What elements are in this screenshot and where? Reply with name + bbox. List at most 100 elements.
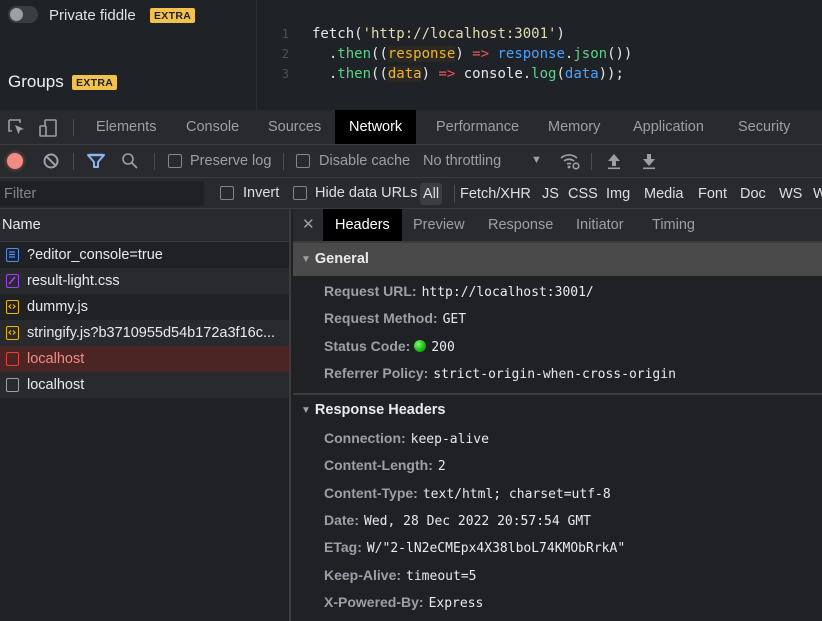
tab-elements[interactable]: Elements (82, 110, 170, 144)
request-row[interactable]: result-light.css (0, 268, 289, 294)
response-headers-section-header[interactable]: ▼ Response Headers (293, 395, 822, 426)
divider (154, 153, 155, 170)
request-row[interactable]: stringify.js?b3710955d54b172a3f16c... (0, 320, 289, 346)
throttling-select[interactable]: No throttling (423, 153, 501, 169)
tab-application[interactable]: Application (619, 110, 718, 144)
details-tab-response[interactable]: Response (476, 209, 565, 241)
request-row[interactable]: dummy.js (0, 294, 289, 320)
request-row[interactable]: localhost (0, 372, 289, 398)
export-har-icon[interactable] (641, 152, 661, 172)
name-column-header[interactable]: Name (0, 209, 289, 242)
response-header-row: Content-Length: 2 (293, 452, 822, 479)
groups-heading: Groups (8, 72, 64, 91)
chevron-down-icon[interactable]: ▼ (531, 154, 542, 166)
header-key: Request Method: (324, 310, 438, 327)
type-filter-img[interactable]: Img (603, 183, 633, 205)
triangle-down-icon: ▼ (301, 254, 311, 265)
clipped-code-line (318, 0, 326, 4)
general-section-header[interactable]: ▼ General (293, 243, 822, 276)
response-header-row: Connection: keep-alive (293, 425, 822, 452)
network-conditions-icon[interactable] (559, 151, 580, 171)
code-token: => (472, 46, 490, 62)
response-header-row: X-Powered-By: Express (293, 589, 822, 616)
tab-security[interactable]: Security (724, 110, 804, 144)
request-name: dummy.js (27, 299, 88, 315)
clear-icon[interactable] (42, 152, 62, 172)
code-line[interactable]: 3 .then((data) => console.log(data)); (258, 64, 624, 84)
script-icon (6, 326, 19, 340)
code-editor[interactable]: 1 fetch('http://localhost:3001') 2 .then(… (258, 0, 822, 110)
hide-data-urls-checkbox[interactable] (293, 186, 307, 200)
device-toolbar-icon[interactable] (38, 118, 58, 138)
preserve-log-checkbox[interactable] (168, 154, 182, 168)
request-row[interactable]: ?editor_console=true (0, 242, 289, 268)
header-value: 200 (431, 339, 455, 355)
line-number: 1 (281, 27, 289, 41)
code-token: log (531, 66, 557, 82)
code-line[interactable]: 1 fetch('http://localhost:3001') (258, 24, 565, 44)
hide-data-urls-label[interactable]: Hide data URLs (315, 185, 417, 201)
request-name: stringify.js?b3710955d54b172a3f16c... (27, 325, 276, 341)
code-token: fetch( (312, 26, 363, 42)
code-token: (( (371, 46, 388, 62)
code-token: )); (598, 66, 624, 82)
status-code-row: Status Code: 200 (293, 333, 822, 360)
disable-cache-label[interactable]: Disable cache (319, 153, 410, 169)
line-number: 3 (281, 67, 289, 81)
tab-network[interactable]: Network (335, 110, 417, 144)
extra-badge: EXTRA (150, 8, 196, 23)
private-fiddle-label: Private fiddle (49, 7, 136, 24)
type-filter-js[interactable]: JS (539, 183, 562, 205)
details-tab-headers[interactable]: Headers (323, 209, 402, 241)
search-icon[interactable] (121, 152, 141, 172)
filter-input[interactable] (0, 181, 204, 206)
type-filter-css[interactable]: CSS (565, 183, 601, 205)
type-filter-font[interactable]: Font (695, 183, 730, 205)
preserve-log-label[interactable]: Preserve log (190, 153, 271, 169)
devtools-tabbar: Elements Console Sources Network Performance… (0, 110, 822, 145)
tab-performance[interactable]: Performance (422, 110, 533, 144)
divider (591, 153, 592, 170)
header-key: ETag: (324, 539, 362, 556)
private-fiddle-toggle[interactable] (8, 6, 38, 23)
header-key: X-Powered-By: (324, 593, 424, 610)
request-name: ?editor_console=true (27, 247, 163, 263)
tab-sources[interactable]: Sources (254, 110, 335, 144)
request-row[interactable]: localhost (0, 346, 289, 372)
import-har-icon[interactable] (606, 152, 626, 172)
response-header-row: ETag: W/"2-lN2eCMEpx4X38lboL74KMObRrkA" (293, 534, 822, 561)
tab-console[interactable]: Console (172, 110, 253, 144)
code-line[interactable]: 2 .then((response) => response.json()) (258, 44, 632, 64)
header-key: Date: (324, 512, 360, 529)
request-name: localhost (27, 377, 85, 393)
header-key: Connection: (324, 430, 406, 447)
tab-memory[interactable]: Memory (534, 110, 614, 144)
disable-cache-checkbox[interactable] (296, 154, 310, 168)
type-filter-ws[interactable]: WS (776, 183, 805, 205)
invert-label[interactable]: Invert (243, 185, 279, 201)
header-value: W/"2-lN2eCMEpx4X38lboL74KMObRrkA" (366, 541, 626, 557)
details-tab-timing[interactable]: Timing (640, 209, 707, 241)
type-filter-doc[interactable]: Doc (737, 183, 769, 205)
type-filter-w[interactable]: W (810, 183, 822, 205)
filter-icon[interactable] (86, 152, 106, 172)
details-tab-initiator[interactable]: Initiator (564, 209, 636, 241)
script-icon (6, 300, 19, 314)
header-key: Request URL: (324, 283, 417, 299)
network-filterbar: Invert Hide data URLs All Fetch/XHRJSCSSI… (0, 178, 822, 209)
inspect-element-icon[interactable] (7, 118, 27, 138)
type-filter-fetchxhr[interactable]: Fetch/XHR (457, 183, 534, 205)
details-tab-preview[interactable]: Preview (401, 209, 477, 241)
header-value: 2 (437, 459, 446, 475)
code-token: (( (371, 66, 388, 82)
divider (283, 153, 284, 170)
type-filter-media[interactable]: Media (641, 183, 687, 205)
close-icon[interactable]: ✕ (302, 209, 315, 241)
triangle-down-icon: ▼ (301, 405, 311, 417)
type-filter-all[interactable]: All (420, 183, 443, 205)
record-button[interactable] (7, 153, 23, 169)
invert-checkbox[interactable] (220, 186, 234, 200)
divider (73, 119, 74, 136)
details-tabbar: ✕ Headers Preview Response Initiator Timing (293, 209, 822, 243)
document-icon (6, 248, 19, 262)
